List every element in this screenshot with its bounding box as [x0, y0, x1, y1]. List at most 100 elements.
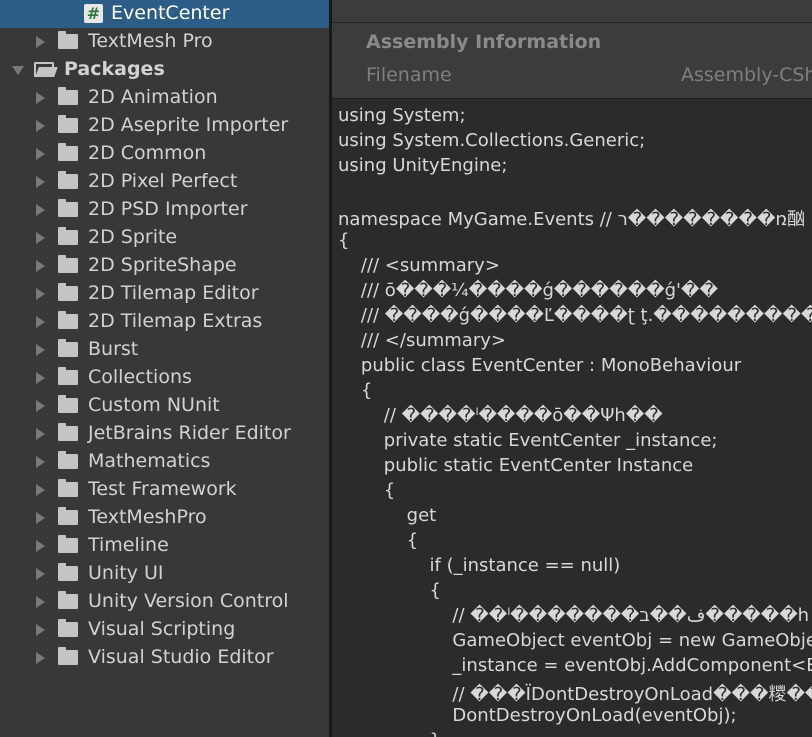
csharp-script-icon: #	[84, 4, 103, 23]
code-line: using UnityEngine;	[338, 155, 508, 176]
tree-item-jetbrains-rider-editor[interactable]: JetBrains Rider Editor	[0, 420, 329, 448]
expand-arrow-right-icon[interactable]	[36, 148, 45, 160]
tree-item-eventcenter[interactable]: # EventCenter	[0, 0, 329, 28]
expand-arrow-right-icon[interactable]	[36, 652, 45, 664]
tree-item-label: 2D Tilemap Editor	[88, 282, 259, 304]
expand-arrow-right-icon[interactable]	[36, 36, 45, 48]
expand-arrow-right-icon[interactable]	[36, 232, 45, 244]
inspector-panel: Assembly Information Filename Assembly-C…	[332, 0, 812, 737]
folder-open-icon	[34, 62, 58, 77]
expand-arrow-right-icon[interactable]	[36, 456, 45, 468]
expand-arrow-right-icon[interactable]	[36, 400, 45, 412]
code-line: public static EventCenter Instance	[338, 455, 694, 476]
code-line: using System;	[338, 105, 466, 126]
tree-item-collections[interactable]: Collections	[0, 364, 329, 392]
assembly-information-section: Assembly Information Filename Assembly-C…	[332, 23, 812, 98]
expand-arrow-right-icon[interactable]	[36, 316, 45, 328]
code-line: private static EventCenter _instance;	[338, 430, 718, 451]
tree-item-test-framework[interactable]: Test Framework	[0, 476, 329, 504]
expand-arrow-right-icon[interactable]	[36, 204, 45, 216]
tree-item-timeline[interactable]: Timeline	[0, 532, 329, 560]
expand-arrow-right-icon[interactable]	[36, 92, 45, 104]
folder-icon	[58, 199, 78, 217]
expand-arrow-right-icon[interactable]	[36, 540, 45, 552]
tree-item-2d-common[interactable]: 2D Common	[0, 140, 329, 168]
tree-item-2d-psd-importer[interactable]: 2D PSD Importer	[0, 196, 329, 224]
expand-arrow-right-icon[interactable]	[36, 484, 45, 496]
tree-item-label: Visual Scripting	[88, 618, 236, 640]
tree-item-label: Custom NUnit	[88, 394, 220, 416]
tree-item-textmeshpro[interactable]: TextMeshPro	[0, 504, 329, 532]
tree-item-2d-pixel-perfect[interactable]: 2D Pixel Perfect	[0, 168, 329, 196]
expand-arrow-right-icon[interactable]	[36, 428, 45, 440]
script-preview[interactable]: using System; using System.Collections.Ge…	[332, 98, 812, 737]
tree-item-label: Test Framework	[88, 478, 237, 500]
expand-arrow-right-icon[interactable]	[36, 260, 45, 272]
tree-item-label: 2D Common	[88, 142, 207, 164]
folder-icon	[58, 423, 78, 441]
tree-item-label: 2D Tilemap Extras	[88, 310, 263, 332]
folder-icon	[58, 143, 78, 161]
expand-arrow-right-icon[interactable]	[36, 372, 45, 384]
tree-item-label: EventCenter	[111, 2, 230, 24]
filename-label: Filename	[366, 64, 452, 86]
tree-item-2d-animation[interactable]: 2D Animation	[0, 84, 329, 112]
code-line: /// ����ǵ����Ľ����ʈ ţ.�����������	[338, 305, 812, 326]
expand-arrow-right-icon[interactable]	[36, 344, 45, 356]
expand-arrow-right-icon[interactable]	[36, 120, 45, 132]
tree-item-2d-tilemap-extras[interactable]: 2D Tilemap Extras	[0, 308, 329, 336]
tree-item-packages[interactable]: Packages	[0, 56, 329, 84]
expand-arrow-right-icon[interactable]	[36, 568, 45, 580]
tree-item-label: Burst	[88, 338, 139, 360]
code-line: {	[338, 380, 373, 401]
expand-arrow-down-icon[interactable]	[12, 66, 24, 75]
tree-item-label: 2D SpriteShape	[88, 254, 237, 276]
folder-icon	[58, 255, 78, 273]
tree-item-unity-ui[interactable]: Unity UI	[0, 560, 329, 588]
code-line: public class EventCenter : MonoBehaviour	[338, 355, 742, 376]
tree-item-label: Visual Studio Editor	[88, 646, 274, 668]
folder-icon	[58, 367, 78, 385]
code-line: DontDestroyOnLoad(eventObj);	[338, 705, 737, 726]
folder-icon	[58, 339, 78, 357]
tree-item-label: 2D Aseprite Importer	[88, 114, 289, 136]
project-tree-panel[interactable]: # EventCenter TextMesh Pro Packages 2D Anima…	[0, 0, 329, 737]
tree-item-2d-sprite[interactable]: 2D Sprite	[0, 224, 329, 252]
folder-icon	[58, 227, 78, 245]
tree-item-visual-studio-editor[interactable]: Visual Studio Editor	[0, 644, 329, 672]
tree-item-label: Mathematics	[88, 450, 211, 472]
folder-icon	[58, 507, 78, 525]
expand-arrow-right-icon[interactable]	[36, 176, 45, 188]
folder-icon	[58, 451, 78, 469]
tree-item-label: 2D PSD Importer	[88, 198, 248, 220]
tree-item-custom-nunit[interactable]: Custom NUnit	[0, 392, 329, 420]
expand-arrow-right-icon[interactable]	[36, 512, 45, 524]
tree-item-mathematics[interactable]: Mathematics	[0, 448, 329, 476]
tree-item-label: TextMesh Pro	[88, 30, 213, 52]
code-line: // ����ˡ����ō��Ψh��	[338, 405, 663, 426]
tree-item-unity-version-control[interactable]: Unity Version Control	[0, 588, 329, 616]
expand-arrow-right-icon[interactable]	[36, 596, 45, 608]
folder-icon	[58, 395, 78, 413]
tree-item-burst[interactable]: Burst	[0, 336, 329, 364]
tree-item-textmesh-pro[interactable]: TextMesh Pro	[0, 28, 329, 56]
folder-icon	[58, 563, 78, 581]
tree-item-label: Packages	[64, 58, 165, 80]
expand-arrow-right-icon[interactable]	[36, 288, 45, 300]
folder-icon	[58, 87, 78, 105]
code-line: {	[338, 530, 419, 551]
folder-icon	[58, 311, 78, 329]
code-line: if (_instance == null)	[338, 555, 621, 576]
tree-item-2d-aseprite-importer[interactable]: 2D Aseprite Importer	[0, 112, 329, 140]
code-line: }	[338, 730, 441, 737]
tree-item-visual-scripting[interactable]: Visual Scripting	[0, 616, 329, 644]
code-line: /// <summary>	[338, 255, 500, 276]
inspector-toolbar	[332, 0, 812, 23]
tree-item-2d-spriteshape[interactable]: 2D SpriteShape	[0, 252, 329, 280]
tree-item-label: Unity UI	[88, 562, 164, 584]
tree-item-label: JetBrains Rider Editor	[88, 422, 291, 444]
folder-icon	[58, 535, 78, 553]
expand-arrow-right-icon[interactable]	[36, 624, 45, 636]
tree-item-label: Collections	[88, 366, 192, 388]
tree-item-2d-tilemap-editor[interactable]: 2D Tilemap Editor	[0, 280, 329, 308]
